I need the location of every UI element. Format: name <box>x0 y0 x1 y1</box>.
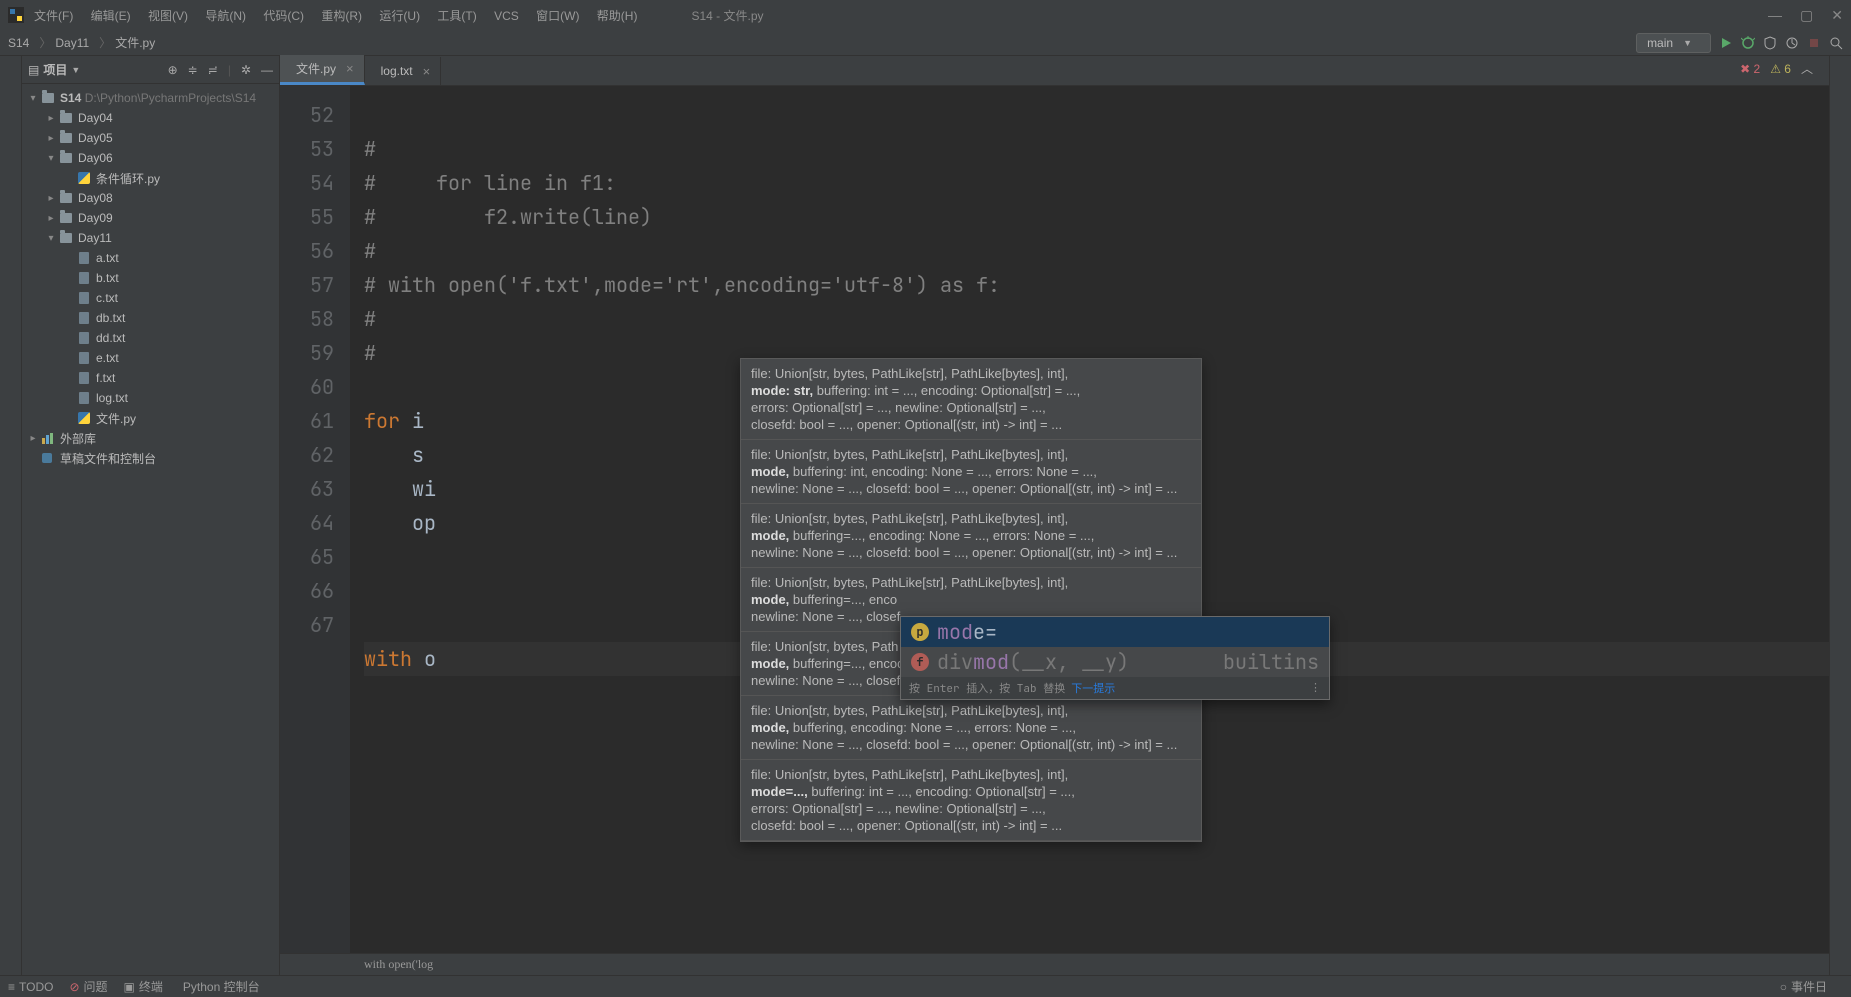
function-icon: f <box>911 653 929 671</box>
code-editor[interactable]: 52 53 54 55 56 57 58 59 60 61 62 63 64 6… <box>280 86 1829 975</box>
tree-file: b.txt <box>22 268 279 288</box>
profile-button[interactable] <box>1785 36 1799 50</box>
menu-vcs[interactable]: VCS <box>494 9 519 23</box>
python-console-button[interactable]: Python 控制台 <box>179 978 260 995</box>
tree-folder: ▸Day05 <box>22 128 279 148</box>
menu-window[interactable]: 窗口(W) <box>536 9 579 23</box>
project-title: 项目 <box>43 61 67 78</box>
terminal-tool-button[interactable]: ▣ 终端 <box>124 978 163 995</box>
chevron-up-icon[interactable]: ︿ <box>1801 60 1813 77</box>
menu-file[interactable]: 文件(F) <box>34 9 73 23</box>
titlebar: 文件(F) 编辑(E) 视图(V) 导航(N) 代码(C) 重构(R) 运行(U… <box>0 0 1851 30</box>
settings-icon[interactable]: ✲ <box>241 63 251 77</box>
maximize-button[interactable]: ▢ <box>1800 7 1813 24</box>
crumb-file[interactable]: 文件.py <box>115 34 155 51</box>
search-everywhere-button[interactable] <box>1829 36 1843 50</box>
inspection-widget[interactable]: ✖ 2 ⚠ 6 ︿ <box>1740 60 1813 77</box>
tree-file: dd.txt <box>22 328 279 348</box>
tree-file: f.txt <box>22 368 279 388</box>
close-tab-icon[interactable]: × <box>423 64 431 79</box>
completion-item[interactable]: f divmod(__x, __y) builtins <box>901 647 1329 677</box>
menu-help[interactable]: 帮助(H) <box>597 9 638 23</box>
stop-button[interactable] <box>1807 36 1821 50</box>
editor-breadcrumb[interactable]: with open('log <box>280 953 1829 975</box>
locate-icon[interactable]: ⊕ <box>168 63 178 77</box>
tree-folder: ▸Day09 <box>22 208 279 228</box>
window-title: S14 - 文件.py <box>691 7 763 24</box>
line-gutter[interactable]: 52 53 54 55 56 57 58 59 60 61 62 63 64 6… <box>280 86 350 975</box>
error-count-icon: ✖ 2 <box>1740 62 1760 76</box>
menu-tools[interactable]: 工具(T) <box>437 9 476 23</box>
project-tool-window: ▤ 项目 ▼ ⊕ ≑ ≓ | ✲ — ▾S14 D:\Python\Pychar… <box>22 56 280 975</box>
close-tab-icon[interactable]: × <box>346 61 354 76</box>
collapse-all-icon[interactable]: ≓ <box>208 63 218 77</box>
coverage-button[interactable] <box>1763 36 1777 50</box>
tree-scratch: 草稿文件和控制台 <box>22 448 279 468</box>
project-icon: ▤ <box>28 63 39 77</box>
minimize-button[interactable]: — <box>1768 7 1782 24</box>
menu-refactor[interactable]: 重构(R) <box>321 9 362 23</box>
completion-footer: 按 Enter 插入，按 Tab 替换下一提示 ⋮ <box>901 677 1329 699</box>
tree-folder: ▸Day04 <box>22 108 279 128</box>
crumb-folder[interactable]: Day11 <box>55 36 89 50</box>
right-tool-strip[interactable] <box>1829 56 1851 975</box>
app-logo-icon <box>8 7 24 23</box>
editor-tabs: 文件.py× log.txt× <box>280 56 1829 86</box>
event-log-button[interactable]: ○ 事件日 <box>1780 978 1827 995</box>
tree-file: 文件.py <box>22 408 279 428</box>
warning-count-icon: ⚠ 6 <box>1770 62 1791 76</box>
tree-root: ▾S14 D:\Python\PycharmProjects\S14 <box>22 88 279 108</box>
next-hint-link[interactable]: 下一提示 <box>1071 680 1115 696</box>
completion-item[interactable]: p mode= <box>901 617 1329 647</box>
run-config-dropdown[interactable]: main ▼ <box>1636 33 1711 53</box>
menu-view[interactable]: 视图(V) <box>148 9 188 23</box>
editor-area: 文件.py× log.txt× ✖ 2 ⚠ 6 ︿ 52 53 54 55 56… <box>280 56 1829 975</box>
tab-active[interactable]: 文件.py× <box>280 55 365 85</box>
project-tree[interactable]: ▾S14 D:\Python\PycharmProjects\S14 ▸Day0… <box>22 84 279 975</box>
tree-file: c.txt <box>22 288 279 308</box>
tree-ext-lib: ▸外部库 <box>22 428 279 448</box>
main-menu: 文件(F) 编辑(E) 视图(V) 导航(N) 代码(C) 重构(R) 运行(U… <box>34 7 651 24</box>
status-bar: ≡ TODO ⊘ 问题 ▣ 终端 Python 控制台 ○ 事件日 <box>0 975 1851 997</box>
menu-code[interactable]: 代码(C) <box>263 9 304 23</box>
code-completion-popup[interactable]: p mode= f divmod(__x, __y) builtins 按 En… <box>900 616 1330 700</box>
expand-all-icon[interactable]: ≑ <box>188 63 198 77</box>
hide-icon[interactable]: — <box>261 63 273 77</box>
debug-button[interactable] <box>1741 36 1755 50</box>
tree-file: 条件循环.py <box>22 168 279 188</box>
tab-logtxt[interactable]: log.txt× <box>365 57 442 85</box>
tree-folder: ▾Day11 <box>22 228 279 248</box>
run-config-label: main <box>1647 36 1673 50</box>
crumb-project[interactable]: S14 <box>8 36 29 50</box>
tree-file: a.txt <box>22 248 279 268</box>
chevron-down-icon[interactable]: ▼ <box>71 65 80 75</box>
run-button[interactable] <box>1719 36 1733 50</box>
navigation-bar: S14〉 Day11〉 文件.py main ▼ <box>0 30 1851 56</box>
close-button[interactable]: ✕ <box>1831 7 1843 24</box>
tree-folder: ▾Day06 <box>22 148 279 168</box>
parameter-icon: p <box>911 623 929 641</box>
more-icon[interactable]: ⋮ <box>1310 681 1321 695</box>
left-tool-strip[interactable] <box>0 56 22 975</box>
todo-tool-button[interactable]: ≡ TODO <box>8 980 53 994</box>
chevron-down-icon: ▼ <box>1683 38 1692 48</box>
menu-edit[interactable]: 编辑(E) <box>91 9 131 23</box>
tree-file: e.txt <box>22 348 279 368</box>
menu-nav[interactable]: 导航(N) <box>205 9 246 23</box>
parameter-hint-popup: file: Union[str, bytes, PathLike[str], P… <box>740 358 1202 842</box>
tree-file: log.txt <box>22 388 279 408</box>
tree-folder: ▸Day08 <box>22 188 279 208</box>
menu-run[interactable]: 运行(U) <box>379 9 420 23</box>
problems-tool-button[interactable]: ⊘ 问题 <box>69 978 107 995</box>
tree-file: db.txt <box>22 308 279 328</box>
